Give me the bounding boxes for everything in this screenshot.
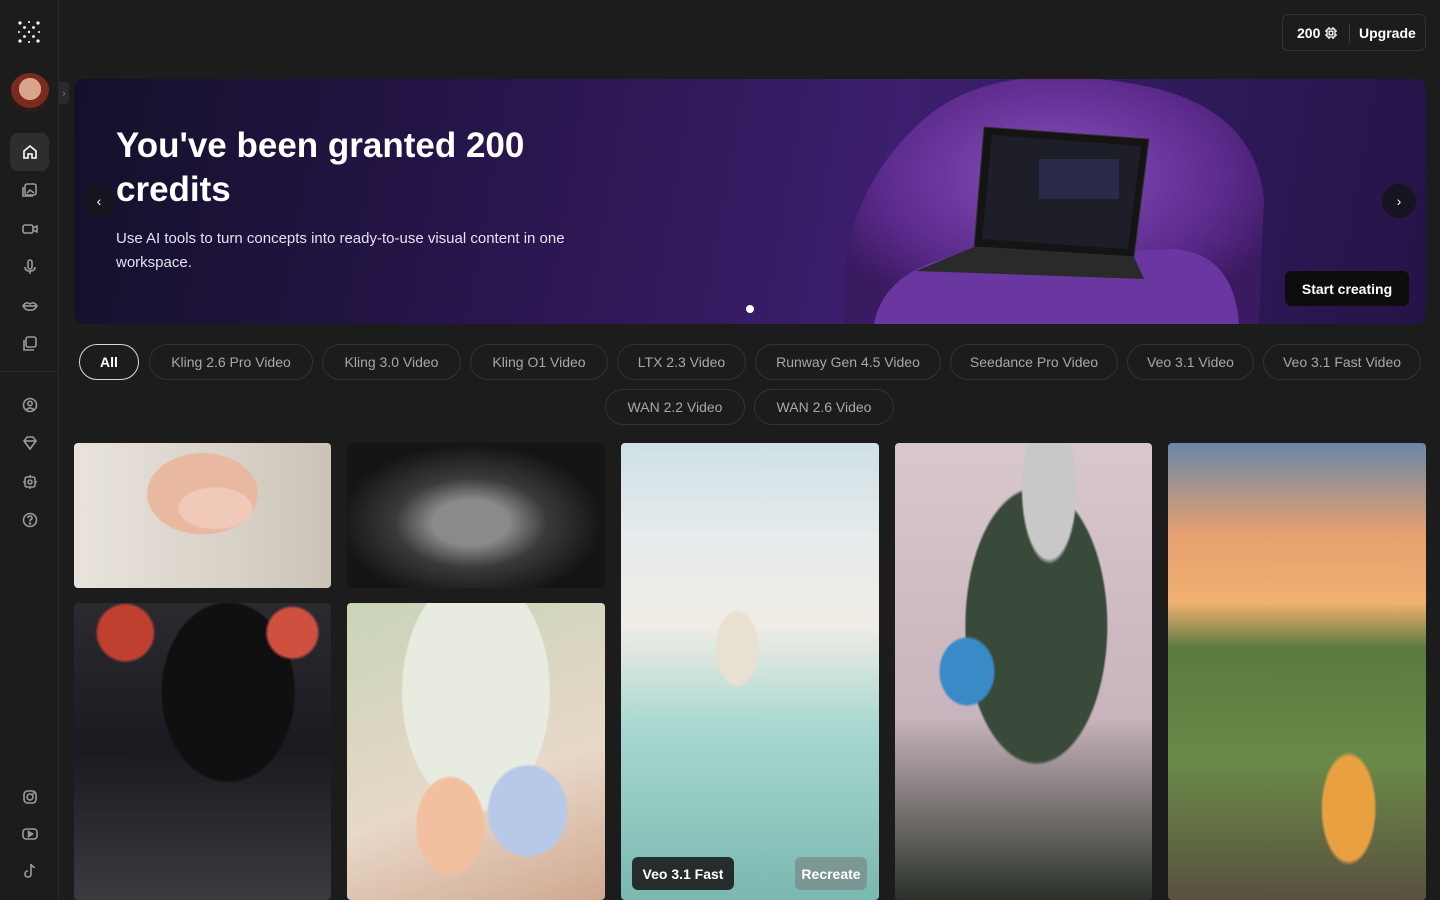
diamond-icon[interactable] bbox=[10, 424, 49, 462]
credit-balance: 200 bbox=[1283, 25, 1349, 41]
banner-subtitle: Use AI tools to turn concepts into ready… bbox=[116, 230, 565, 271]
start-creating-button[interactable]: Start creating bbox=[1285, 271, 1409, 306]
sidebar bbox=[0, 0, 59, 900]
video-icon[interactable] bbox=[10, 210, 49, 248]
lips-icon[interactable] bbox=[10, 287, 49, 325]
filter-wan-2-2[interactable]: WAN 2.2 Video bbox=[605, 389, 745, 425]
sidebar-collapse-handle[interactable]: › bbox=[59, 82, 69, 104]
filter-runway-gen-4-5[interactable]: Runway Gen 4.5 Video bbox=[755, 344, 941, 380]
gallery-item-man-with-chameleon[interactable] bbox=[895, 443, 1152, 900]
filter-wan-2-6[interactable]: WAN 2.6 Video bbox=[754, 389, 894, 425]
gallery-item-flower-headpiece[interactable] bbox=[74, 443, 331, 588]
filter-kling-3-0[interactable]: Kling 3.0 Video bbox=[322, 344, 461, 380]
filter-veo-3-1[interactable]: Veo 3.1 Video bbox=[1127, 344, 1254, 380]
filter-all[interactable]: All bbox=[79, 344, 139, 380]
microphone-icon[interactable] bbox=[10, 248, 49, 286]
filter-veo-3-1-fast[interactable]: Veo 3.1 Fast Video bbox=[1263, 344, 1421, 380]
model-tag: Veo 3.1 Fast bbox=[632, 857, 734, 890]
tiktok-icon[interactable] bbox=[10, 852, 49, 890]
gallery-item-rainy-street[interactable] bbox=[74, 603, 331, 900]
credit-amount: 200 bbox=[1297, 24, 1321, 41]
carousel-indicator[interactable] bbox=[746, 305, 754, 313]
settings-icon[interactable] bbox=[10, 463, 49, 501]
filter-kling-o1[interactable]: Kling O1 Video bbox=[470, 344, 608, 380]
instagram-icon[interactable] bbox=[10, 778, 49, 816]
avatar[interactable] bbox=[10, 73, 50, 113]
sidebar-divider bbox=[0, 371, 59, 372]
filter-seedance-pro[interactable]: Seedance Pro Video bbox=[950, 344, 1118, 380]
chip-icon bbox=[1325, 26, 1338, 39]
logo-icon[interactable] bbox=[17, 20, 41, 44]
banner-next-button[interactable]: › bbox=[1382, 184, 1416, 218]
banner-prev-button[interactable]: ‹ bbox=[82, 184, 116, 218]
credits-panel: 200 Upgrade bbox=[1282, 14, 1426, 51]
banner-title: You've been granted 200 credits bbox=[116, 126, 525, 209]
upgrade-button[interactable]: Upgrade bbox=[1350, 25, 1416, 41]
youtube-icon[interactable] bbox=[10, 815, 49, 853]
promo-banner: You've been granted 200 credits Use AI t… bbox=[74, 79, 1426, 324]
chair-laptop-illustration bbox=[843, 79, 1264, 324]
gallery-item-drink-cans[interactable] bbox=[347, 603, 605, 900]
filter-kling-2-6-pro[interactable]: Kling 2.6 Pro Video bbox=[149, 344, 313, 380]
help-icon[interactable] bbox=[10, 501, 49, 539]
home-icon[interactable] bbox=[10, 133, 49, 171]
gallery-item-bw-portrait[interactable] bbox=[347, 443, 605, 588]
user-icon[interactable] bbox=[10, 386, 49, 424]
library-icon[interactable] bbox=[10, 325, 49, 363]
gallery-item-sunset-road[interactable] bbox=[1168, 443, 1426, 900]
image-icon[interactable] bbox=[10, 171, 49, 209]
recreate-button[interactable]: Recreate bbox=[795, 857, 867, 890]
gallery-item-woman-in-water[interactable]: Veo 3.1 Fast Recreate bbox=[621, 443, 879, 900]
filter-ltx-2-3[interactable]: LTX 2.3 Video bbox=[617, 344, 746, 380]
